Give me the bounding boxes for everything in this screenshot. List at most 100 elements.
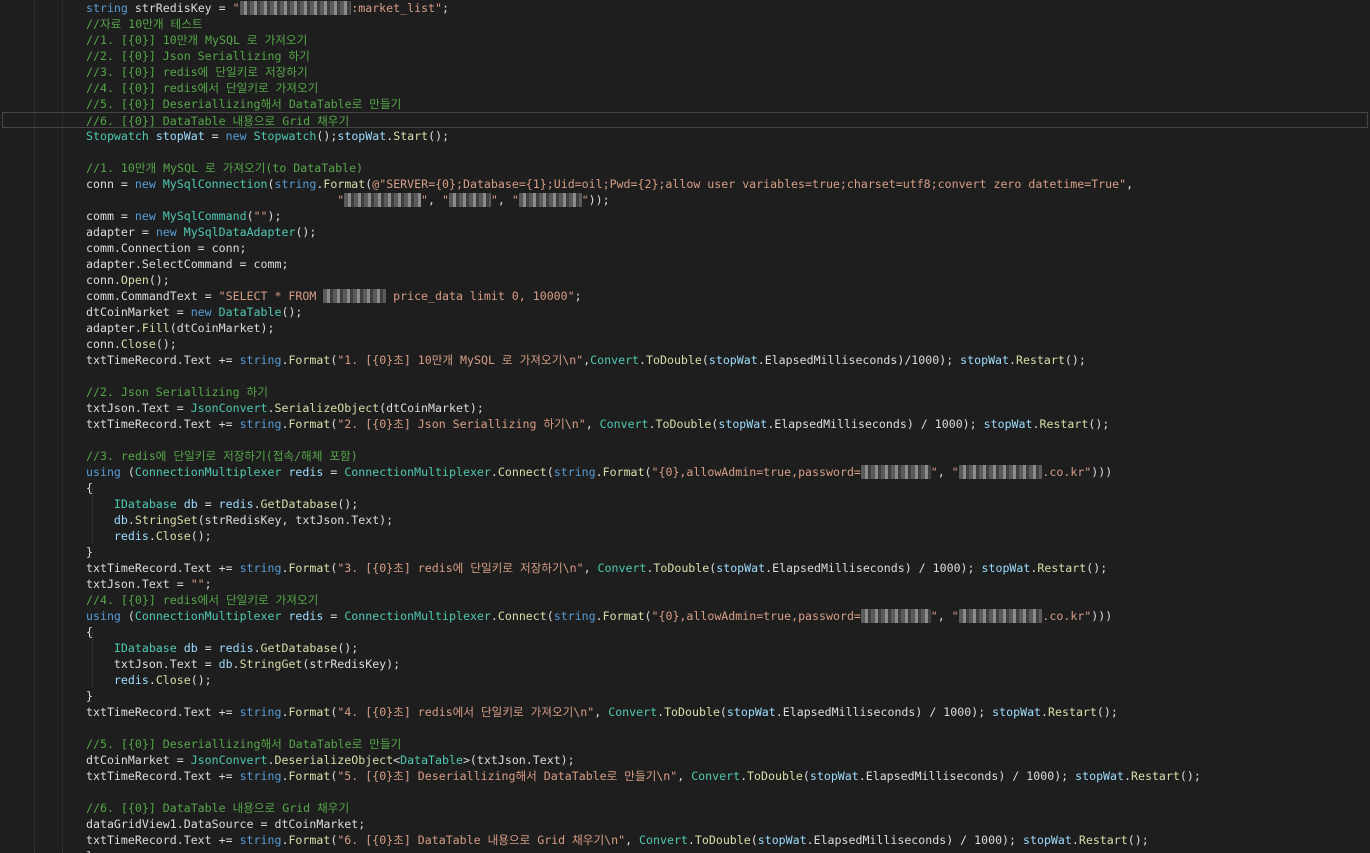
code-line[interactable]: { [0,480,1370,496]
code-text: comm.Connection = conn; [86,240,247,256]
code-text: //5. [{0}] Deseriallizing해서 DataTable로 만… [86,96,401,112]
code-token: , [677,769,692,783]
code-line[interactable]: conn.Open(); [0,272,1370,288]
code-line[interactable]: string strRedisKey = "xxxxxxxxxxxxxxxx:m… [0,0,1370,16]
code-line[interactable]: txtJson.Text = db.StringGet(strRedisKey)… [0,656,1370,672]
code-line[interactable]: //5. [{0}] Deseriallizing해서 DataTable로 만… [0,736,1370,752]
code-text: redis.Close(); [86,528,212,544]
code-token: . [232,657,240,671]
code-token: stopWat [337,129,387,143]
code-line[interactable]: adapter = new MySqlDataAdapter(); [0,224,1370,240]
code-line[interactable] [0,720,1370,736]
code-line[interactable]: dtCoinMarket = new DataTable(); [0,304,1370,320]
code-line[interactable]: redis.Close(); [0,528,1370,544]
code-line[interactable]: //2. Json Seriallizing 하기 [0,384,1370,400]
code-line[interactable]: //3. redis에 단일키로 저장하기(접속/해체 포함) [0,448,1370,464]
current-code-line[interactable]: //6. [{0}] DataTable 내용으로 Grid 채우기 [2,112,1368,128]
code-token: = [323,609,345,623]
code-token: txtJson.Text = [86,657,219,671]
code-token: DataTable [218,305,282,319]
code-token: Format [323,177,366,191]
code-line[interactable]: IDatabase db = redis.GetDatabase(); [0,640,1370,656]
code-token: //2. [{0}] Json Seriallizing 하기 [86,49,310,63]
code-token: ConnectionMultiplexer [134,465,282,479]
code-line[interactable] [0,432,1370,448]
code-line[interactable]: using (ConnectionMultiplexer redis = Con… [0,464,1370,480]
code-line[interactable]: adapter.SelectCommand = comm; [0,256,1370,272]
code-token: ); [267,209,282,223]
code-token: . [687,833,695,847]
code-token: "4. [{0}초] redis에서 단일키로 가져오기\n" [337,705,595,719]
code-token: Restart [1078,833,1128,847]
code-token: txtTimeRecord.Text += [86,833,240,847]
code-line[interactable]: txtTimeRecord.Text += string.Format("3. … [0,560,1370,576]
code-line[interactable]: txtTimeRecord.Text += string. Format ("1. … [0,352,1370,368]
code-line[interactable]: //4. [{0}] redis에서 단일키로 가져오기 [0,592,1370,608]
code-line[interactable]: conn = new MySqlConnection(string.Format… [0,176,1370,192]
code-token: StringGet [239,657,303,671]
code-token: . [1009,353,1017,367]
code-line[interactable]: { [0,624,1370,640]
code-line[interactable]: using (ConnectionMultiplexer redis = Con… [0,608,1370,624]
code-token: "6. [{0}초] DataTable 내용으로 Grid 채우기\n" [337,833,626,847]
code-line[interactable]: } [0,544,1370,560]
code-line[interactable]: txtJson.Text = JsonConvert.SerializeObje… [0,400,1370,416]
code-token: conn = [86,177,135,191]
code-line[interactable]: comm.Connection = conn; [0,240,1370,256]
code-line[interactable]: txtTimeRecord.Text += string. Format ("6. … [0,832,1370,848]
code-line[interactable]: //자료 10만개 테스트 [0,16,1370,32]
code-line[interactable]: //3. [{0}] redis에 단일키로 저장하기 [0,64,1370,80]
code-line[interactable]: } [0,848,1370,853]
code-token: comm = [86,209,135,223]
code-token: stopWat [992,705,1042,719]
code-token: Stopwatch [86,129,149,143]
code-token: "2. [{0}초] Json Seriallizing 하기\n" [337,417,586,431]
code-token: ToDouble [694,833,751,847]
code-line[interactable]: } [0,688,1370,704]
code-line[interactable]: txtTimeRecord.Text += string. Format ("4. … [0,704,1370,720]
code-line[interactable]: conn.Close(); [0,336,1370,352]
code-line[interactable] [0,784,1370,800]
code-line[interactable]: //5. [{0}] Deseriallizing해서 DataTable로 만… [0,96,1370,112]
code-editor[interactable]: string strRedisKey = "xxxxxxxxxxxxxxxx:m… [0,0,1370,853]
code-line[interactable]: //2. [{0}] Json Seriallizing 하기 [0,48,1370,64]
code-line[interactable]: dtCoinMarket = JsonConvert.DeserializeOb… [0,752,1370,768]
code-line[interactable]: db.StringSet(strRedisKey, txtJson.Text); [0,512,1370,528]
code-text: //1. [{0}] 10만개 MySQL 로 가져오기 [86,32,307,48]
code-line[interactable]: //1. 10만개 MySQL 로 가져오기(to DataTable) [0,160,1370,176]
code-token: adapter. [86,321,142,335]
code-token: SerializeObject [274,401,380,415]
code-line[interactable]: txtJson.Text = ""; [0,576,1370,592]
code-line[interactable]: Stopwatch stopWat = new Stopwatch();stop… [0,128,1370,144]
code-token: ( [267,177,275,191]
code-line[interactable]: redis.Close(); [0,672,1370,688]
code-line[interactable]: "xxxxxxxxxxx", "xxxxxx", "xxxxxxxxx")); [0,192,1370,208]
code-line[interactable]: //1. [{0}] 10만개 MySQL 로 가져오기 [0,32,1370,48]
code-line[interactable]: txtTimeRecord.Text += string.Format("2. … [0,416,1370,432]
code-line[interactable]: comm.CommandText = "SELECT * FROM xxxxxx… [0,288,1370,304]
code-token: //1. 10만개 MySQL 로 가져오기(to DataTable) [86,161,364,175]
code-token: price_data limit 0, 10000" [386,289,575,303]
code-line[interactable]: adapter.Fill(dtCoinMarket); [0,320,1370,336]
code-line[interactable]: dataGridView1.DataSource = dtCoinMarket; [0,816,1370,832]
code-token: = [197,497,219,511]
code-text: } [86,544,93,560]
code-token: " [421,193,429,207]
code-token: " [951,465,959,479]
code-token: .ElapsedMilliseconds) / 1000); [767,417,984,431]
code-line[interactable] [0,368,1370,384]
code-line[interactable]: IDatabase db = redis.GetDatabase(); [0,496,1370,512]
code-line[interactable]: //6. [{0}] DataTable 내용으로 Grid 채우기 [0,800,1370,816]
code-line[interactable]: //4. [{0}] redis에서 단일키로 가져오기 [0,80,1370,96]
code-token: stopWat [1023,833,1072,847]
code-line[interactable]: comm = new MySqlCommand(""); [0,208,1370,224]
code-line[interactable] [0,144,1370,160]
code-token: (); [316,129,338,143]
code-token: "3. [{0}초] redis에 단일키로 저장하기\n" [337,561,584,575]
code-token: ( [120,609,135,623]
code-line[interactable]: txtTimeRecord.Text += string. Format ("5. … [0,768,1370,784]
code-token: string [86,1,128,15]
